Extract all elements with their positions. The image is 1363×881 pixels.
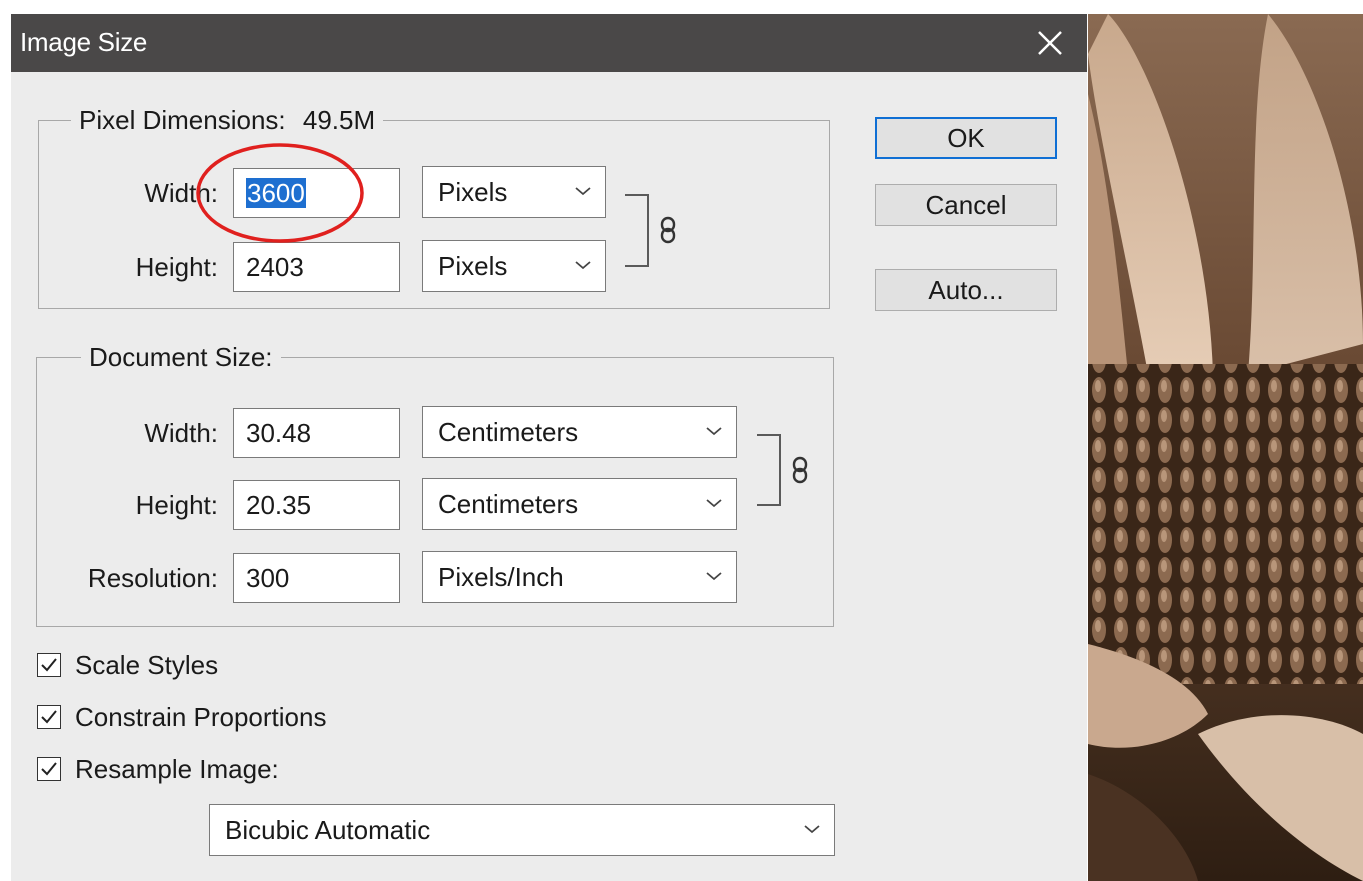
auto-button[interactable]: Auto... [875, 269, 1057, 311]
resolution-label: Resolution: [87, 563, 218, 593]
doc-width-input[interactable]: 30.48 [233, 408, 400, 458]
checkmark-icon [41, 710, 57, 724]
pixel-height-label: Height: [135, 252, 218, 282]
close-icon[interactable] [1033, 26, 1067, 60]
pixel-link-bracket [625, 194, 649, 267]
pixel-dimensions-legend: Pixel Dimensions: 49.5M [71, 105, 384, 135]
document-link-bracket [757, 434, 781, 506]
pixel-width-value: 3600 [246, 178, 306, 208]
chevron-down-icon [706, 499, 722, 508]
chevron-down-icon [706, 427, 722, 436]
title-bar: Image Size [11, 14, 1087, 72]
checkmark-icon [41, 762, 57, 776]
pixel-height-unit-select[interactable]: Pixels [422, 240, 606, 292]
chevron-down-icon [706, 572, 722, 581]
cancel-button[interactable]: Cancel [875, 184, 1057, 226]
ok-button[interactable]: OK [875, 117, 1057, 159]
chevron-down-icon [804, 825, 820, 834]
doc-width-value: 30.48 [246, 418, 312, 448]
pixel-width-label: Width: [144, 178, 218, 208]
doc-width-unit: Centimeters [438, 417, 579, 447]
dialog-title: Image Size [20, 27, 148, 57]
document-size-label: Document Size: [89, 342, 273, 372]
resolution-value: 300 [246, 563, 290, 593]
chain-link-icon [660, 216, 676, 244]
pixel-width-input[interactable]: 3600 [233, 168, 400, 218]
resample-image-label: Resample Image: [75, 754, 279, 784]
resample-method-select[interactable]: Bicubic Automatic [209, 804, 835, 856]
cancel-button-label: Cancel [925, 190, 1007, 220]
pixel-width-unit: Pixels [438, 177, 508, 207]
background-photo [1088, 14, 1363, 881]
checkmark-icon [41, 658, 57, 672]
chain-link-icon [792, 456, 808, 484]
resample-image-checkbox[interactable] [37, 757, 61, 781]
resolution-unit-select[interactable]: Pixels/Inch [422, 551, 737, 603]
doc-height-label: Height: [135, 490, 218, 520]
pixel-height-input[interactable]: 2403 [233, 242, 400, 292]
resample-method-value: Bicubic Automatic [225, 815, 431, 845]
doc-height-unit-select[interactable]: Centimeters [422, 478, 737, 530]
pixel-width-unit-select[interactable]: Pixels [422, 166, 606, 218]
auto-button-label: Auto... [928, 275, 1004, 305]
doc-height-input[interactable]: 20.35 [233, 480, 400, 530]
doc-width-label: Width: [144, 418, 218, 448]
chevron-down-icon [575, 187, 591, 196]
doc-height-unit: Centimeters [438, 489, 579, 519]
doc-height-value: 20.35 [246, 490, 312, 520]
scale-styles-label: Scale Styles [75, 650, 219, 680]
scale-styles-checkbox[interactable] [37, 653, 61, 677]
resolution-input[interactable]: 300 [233, 553, 400, 603]
doc-width-unit-select[interactable]: Centimeters [422, 406, 737, 458]
image-size-dialog: Image Size Pixel Dimensions: 49.5M Width… [11, 14, 1087, 881]
resolution-unit: Pixels/Inch [438, 562, 564, 592]
pixel-height-unit: Pixels [438, 251, 508, 281]
constrain-proportions-checkbox[interactable] [37, 705, 61, 729]
pixel-dimensions-label: Pixel Dimensions: [79, 105, 286, 135]
chevron-down-icon [575, 261, 591, 270]
document-size-legend: Document Size: [81, 342, 281, 372]
constrain-proportions-label: Constrain Proportions [75, 702, 327, 732]
pixel-dimensions-size: 49.5M [302, 105, 376, 135]
ok-button-label: OK [947, 123, 985, 153]
pixel-height-value: 2403 [246, 252, 304, 282]
